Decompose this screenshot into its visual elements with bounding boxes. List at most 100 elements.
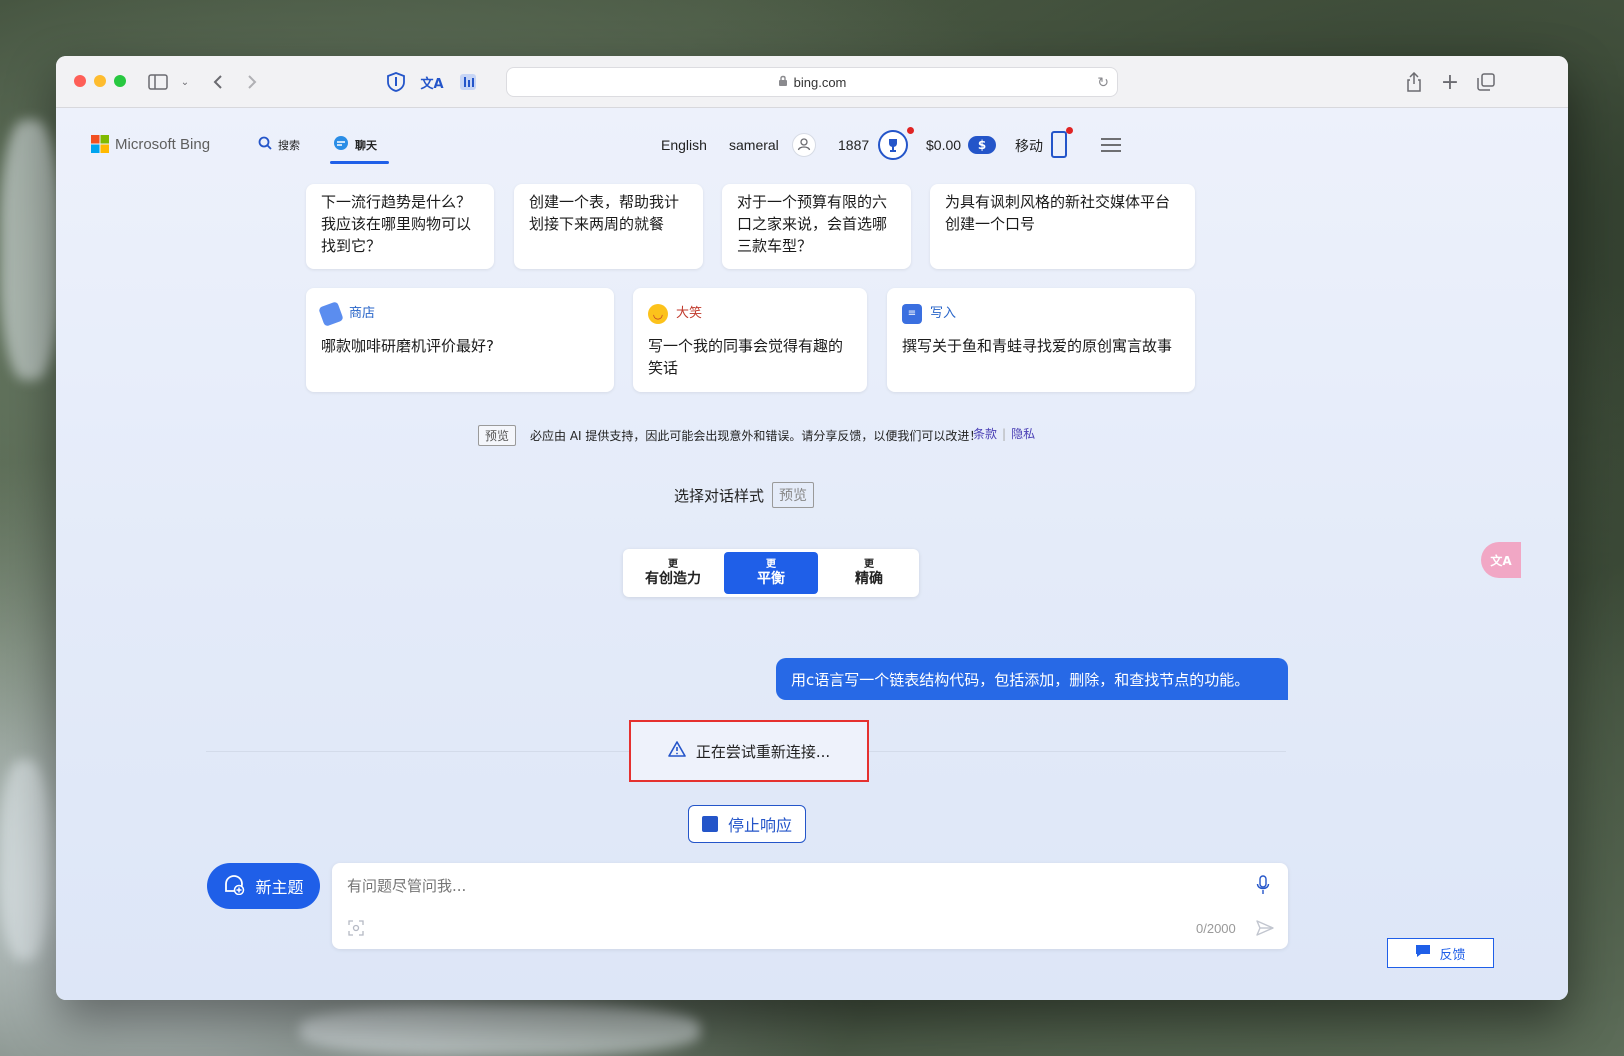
chat-input[interactable] <box>347 873 1227 899</box>
warning-icon <box>668 741 686 761</box>
mobile-phone-icon[interactable] <box>1051 131 1067 158</box>
new-topic-icon <box>223 873 245 899</box>
close-window-button[interactable] <box>74 75 86 87</box>
privacy-link[interactable]: 隐私 <box>1011 425 1035 442</box>
tone-precise-button[interactable]: 更 精确 <box>822 552 916 594</box>
url-text: bing.com <box>793 74 847 90</box>
shield-extension-icon[interactable] <box>384 70 408 94</box>
preview-badge: 预览 <box>772 482 815 508</box>
share-icon[interactable] <box>1402 70 1426 94</box>
wallpaper-snow <box>0 760 50 960</box>
tone-balanced-button[interactable]: 更 平衡 <box>724 552 818 594</box>
back-icon[interactable] <box>206 70 230 94</box>
tone-prefix: 更 <box>864 559 874 570</box>
bing-logo[interactable]: Microsoft Bing <box>91 135 210 153</box>
prompt-card-text: 对于一个预算有限的六口之家来说，会首选哪三款车型？ <box>737 193 888 255</box>
nav-search-label: 搜索 <box>278 138 300 152</box>
prompt-card-text: 写一个我的同事会觉得有趣的笑话 <box>648 337 844 377</box>
preview-badge: 预览 <box>478 425 517 446</box>
browser-window: ⌄ 文A bing.com ↻ + Microsoft Bing 搜索 聊天 E… <box>56 56 1568 1000</box>
prompt-card[interactable]: 下一流行趋势是什么？我应该在哪里购物可以找到它？ <box>306 184 494 269</box>
chat-composer: 0/2000 <box>332 863 1288 949</box>
terms-link[interactable]: 条款 <box>973 425 997 442</box>
card-category: ◡ 大笑 <box>648 303 852 325</box>
new-tab-icon[interactable]: + <box>1438 70 1462 95</box>
tone-selector-header: 选择对话样式 预览 <box>674 482 815 508</box>
sidebar-toggle-icon[interactable] <box>146 70 170 94</box>
chat-icon <box>333 135 349 154</box>
nav-search[interactable]: 搜索 <box>258 136 300 153</box>
translate-extension-icon[interactable]: 文A <box>420 70 444 94</box>
notification-dot <box>1066 127 1073 134</box>
card-category-label: 商店 <box>349 306 376 321</box>
address-bar[interactable]: bing.com ↻ <box>506 67 1118 97</box>
disclaimer: 预览 必应由 AI 提供支持，因此可能会出现意外和错误。请分享反馈，以便我们可以… <box>478 425 981 446</box>
top-navigation: Microsoft Bing 搜索 聊天 English sameral 188… <box>56 108 1568 184</box>
nav-chat-label: 聊天 <box>355 138 377 152</box>
translate-float-icon[interactable]: 文A <box>1481 542 1521 578</box>
disclaimer-links: 条款 | 隐私 <box>973 425 1035 442</box>
user-message-text: 用c语言写一个链表结构代码，包括添加，删除，和查找节点的功能。 <box>791 670 1250 689</box>
prompt-card-shopping[interactable]: 商店 哪款咖啡研磨机评价最好? <box>306 288 614 392</box>
hamburger-menu-icon[interactable] <box>1101 137 1121 157</box>
feedback-icon <box>1415 944 1431 962</box>
character-counter: 0/2000 <box>1196 921 1236 936</box>
dollar-icon[interactable]: $ <box>968 136 996 154</box>
prompt-card-text: 下一流行趋势是什么？我应该在哪里购物可以找到它？ <box>321 193 472 255</box>
chevron-down-icon[interactable]: ⌄ <box>173 70 197 94</box>
user-icon <box>797 136 811 155</box>
nav-chat[interactable]: 聊天 <box>333 135 377 154</box>
prompt-card-text: 创建一个表，帮助我计划接下来两周的就餐 <box>529 193 680 233</box>
laugh-emoji-icon: ◡ <box>648 304 668 324</box>
logo-text: Microsoft Bing <box>115 135 211 153</box>
microphone-icon[interactable] <box>1256 875 1270 899</box>
reconnect-status: 正在尝试重新连接... <box>629 720 869 782</box>
tone-prefix: 更 <box>668 559 678 570</box>
tab-overview-icon[interactable] <box>1474 70 1498 94</box>
browser-toolbar: ⌄ 文A bing.com ↻ + <box>56 56 1568 108</box>
prompt-card-text: 为具有讽刺风格的新社交媒体平台创建一个口号 <box>945 193 1171 233</box>
stop-icon <box>701 816 718 832</box>
new-topic-button[interactable]: 新主题 <box>207 863 320 909</box>
mobile-label[interactable]: 移动 <box>1015 136 1043 156</box>
tone-label: 精确 <box>855 571 883 587</box>
stop-responding-button[interactable]: 停止响应 <box>688 805 806 843</box>
username[interactable]: sameral <box>729 137 779 153</box>
visual-search-icon[interactable] <box>348 920 364 940</box>
microsoft-logo-icon <box>91 135 109 153</box>
link-separator: | <box>1002 426 1007 441</box>
balance[interactable]: $0.00 <box>926 137 961 153</box>
prompt-card-laugh[interactable]: ◡ 大笑 写一个我的同事会觉得有趣的笑话 <box>633 288 867 392</box>
feedback-label: 反馈 <box>1439 947 1466 963</box>
new-topic-label: 新主题 <box>255 878 304 897</box>
prompt-card-text: 撰写关于鱼和青蛙寻找爱的原创寓言故事 <box>902 337 1173 355</box>
reconnect-status-text: 正在尝试重新连接... <box>695 742 831 761</box>
send-icon[interactable] <box>1256 920 1274 940</box>
user-message-bubble: 用c语言写一个链表结构代码，包括添加，删除，和查找节点的功能。 <box>776 658 1288 700</box>
tone-label: 平衡 <box>757 571 785 587</box>
bing-chat-page: Microsoft Bing 搜索 聊天 English sameral 188… <box>56 108 1568 1000</box>
search-icon <box>258 136 272 153</box>
forward-icon[interactable] <box>240 70 264 94</box>
tone-selector: 更 有创造力 更 平衡 更 精确 <box>623 549 919 597</box>
trophy-icon[interactable] <box>878 130 908 160</box>
avatar[interactable] <box>792 133 816 157</box>
language-toggle[interactable]: English <box>661 137 707 153</box>
prompt-card[interactable]: 创建一个表，帮助我计划接下来两周的就餐 <box>514 184 703 269</box>
minimize-window-button[interactable] <box>94 75 106 87</box>
zoom-window-button[interactable] <box>114 75 126 87</box>
lock-icon <box>778 75 788 90</box>
active-tab-indicator <box>330 161 389 164</box>
tone-creative-button[interactable]: 更 有创造力 <box>626 552 720 594</box>
prompt-card[interactable]: 为具有讽刺风格的新社交媒体平台创建一个口号 <box>930 184 1195 269</box>
rewards-points[interactable]: 1887 <box>838 137 869 153</box>
feedback-button[interactable]: 反馈 <box>1387 938 1494 968</box>
prompt-card-write[interactable]: ≡ 写入 撰写关于鱼和青蛙寻找爱的原创寓言故事 <box>887 288 1195 392</box>
reload-icon[interactable]: ↻ <box>1097 74 1109 91</box>
extension-icon[interactable] <box>456 70 480 94</box>
card-category-label: 写入 <box>930 306 957 321</box>
prompt-card[interactable]: 对于一个预算有限的六口之家来说，会首选哪三款车型？ <box>722 184 911 269</box>
tone-label: 有创造力 <box>645 571 701 587</box>
card-category-label: 大笑 <box>676 306 703 321</box>
tag-icon <box>318 301 344 327</box>
